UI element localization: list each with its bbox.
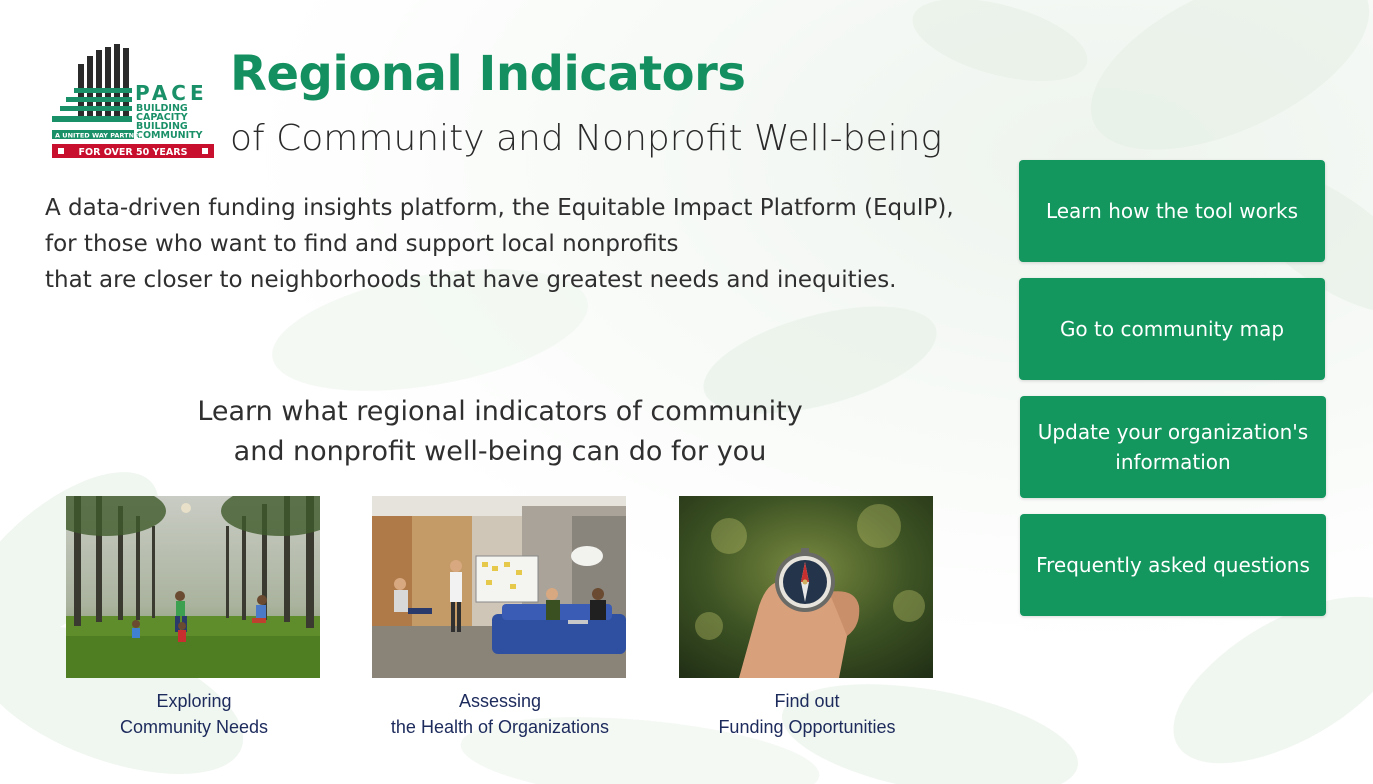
card-caption-line-1: Assessing (458, 691, 542, 711)
description-line-2: for those who want to find and support l… (45, 231, 679, 257)
card-caption: Assessing the Health of Organizations (372, 688, 628, 740)
compass-photo[interactable] (679, 496, 933, 678)
office-meeting-photo[interactable] (372, 496, 626, 678)
card-caption: Exploring Community Needs (66, 688, 322, 740)
button-label: Learn how the tool works (1045, 199, 1299, 223)
card-caption: Find out Funding Opportunities (679, 688, 935, 740)
logo-tagline: FOR OVER 50 YEARS (79, 147, 188, 158)
page-subtitle: of Community and Nonprofit Well-being (230, 118, 943, 159)
logo-line-4: COMMUNITY (136, 130, 203, 141)
page-title: Regional Indicators (230, 46, 746, 102)
card-community-needs[interactable]: Exploring Community Needs (66, 496, 322, 740)
card-funding-opportunities[interactable]: Find out Funding Opportunities (679, 496, 935, 740)
button-label: Update your organization's information (1037, 420, 1309, 474)
community-map-button[interactable]: Go to community map (1019, 278, 1325, 380)
card-organization-health[interactable]: Assessing the Health of Organizations (372, 496, 628, 740)
description-line-3: that are closer to neighborhoods that ha… (45, 267, 897, 293)
card-caption-line-2: Funding Opportunities (718, 717, 896, 737)
landing-page: PACE BUILDING CAPACITY BUILDING COMMUNIT… (0, 0, 1373, 784)
logo-word: PACE (135, 81, 208, 105)
platform-description: A data-driven funding insights platform,… (45, 190, 975, 298)
faq-button[interactable]: Frequently asked questions (1020, 514, 1326, 616)
learn-how-tool-works-button[interactable]: Learn how the tool works (1019, 160, 1325, 262)
description-line-1: A data-driven funding insights platform,… (45, 195, 954, 221)
pace-logo: PACE BUILDING CAPACITY BUILDING COMMUNIT… (52, 44, 217, 158)
button-label: Go to community map (1059, 317, 1285, 341)
card-caption-line-2: the Health of Organizations (390, 717, 610, 737)
card-caption-line-1: Exploring (156, 691, 232, 711)
learn-heading-line-1: Learn what regional indicators of commun… (197, 396, 803, 427)
card-caption-line-1: Find out (774, 691, 840, 711)
learn-heading: Learn what regional indicators of commun… (140, 392, 860, 472)
button-label: Frequently asked questions (1036, 553, 1310, 577)
learn-heading-line-2: and nonprofit well-being can do for you (233, 436, 767, 467)
logo-partner: A UNITED WAY PARTNER (55, 132, 143, 140)
pace-logo-graphic: PACE BUILDING CAPACITY BUILDING COMMUNIT… (52, 44, 214, 158)
card-caption-line-2: Community Needs (119, 717, 269, 737)
update-organization-button[interactable]: Update your organization's information (1020, 396, 1326, 498)
children-forest-photo[interactable] (66, 496, 320, 678)
